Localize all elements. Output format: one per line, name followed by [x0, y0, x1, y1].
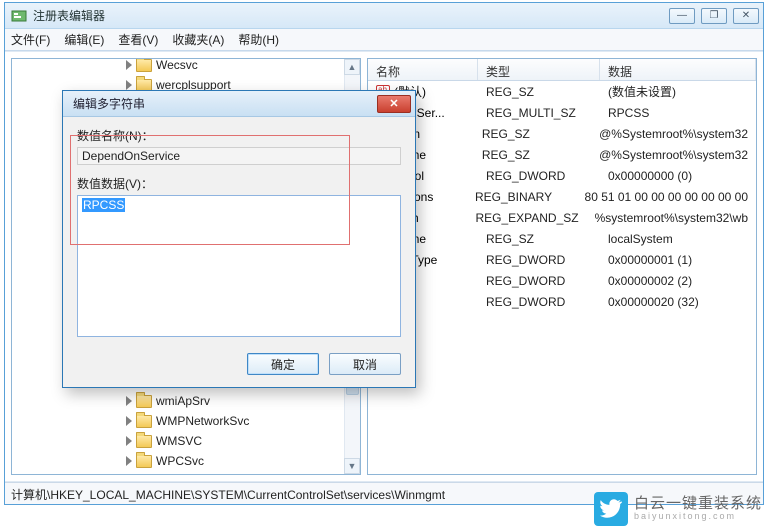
app-icon	[11, 8, 27, 24]
expand-icon[interactable]	[124, 60, 134, 70]
edit-multistring-dialog: 编辑多字符串 ✕ 数值名称(N)： DependOnService 数值数据(V…	[62, 90, 416, 388]
ok-button[interactable]: 确定	[247, 353, 319, 375]
tree-label: wmiApSrv	[156, 394, 210, 408]
value-data: 0x00000020 (32)	[600, 295, 756, 309]
value-data: @%Systemroot%\system32	[591, 148, 756, 162]
maximize-button[interactable]: ❐	[701, 8, 727, 24]
tree-item[interactable]: WMSVC	[12, 431, 360, 451]
dialog-title: 编辑多字符串	[73, 95, 377, 112]
value-data-textarea[interactable]: RPCSS	[77, 195, 401, 337]
value-type: REG_SZ	[478, 85, 600, 99]
value-data: RPCSS	[600, 106, 756, 120]
value-data: 80 51 01 00 00 00 00 00 00 00	[577, 190, 756, 204]
column-type[interactable]: 类型	[478, 59, 600, 80]
value-data: 0x00000001 (1)	[600, 253, 756, 267]
menu-help[interactable]: 帮助(H)	[238, 31, 279, 48]
value-row[interactable]: REG_DWORD0x00000020 (32)	[368, 291, 756, 312]
value-row[interactable]: REG_DWORD0x00000002 (2)	[368, 270, 756, 291]
expand-icon[interactable]	[124, 396, 134, 406]
tree-item[interactable]: WPCSvc	[12, 451, 360, 471]
cancel-button[interactable]: 取消	[329, 353, 401, 375]
tree-scroll-down[interactable]: ▼	[344, 458, 360, 474]
value-type: REG_SZ	[474, 127, 591, 141]
tree-scroll-up[interactable]: ▲	[344, 59, 360, 75]
column-data[interactable]: 数据	[600, 59, 756, 80]
tree-item[interactable]: WMPNetworkSvc	[12, 411, 360, 431]
dialog-titlebar[interactable]: 编辑多字符串 ✕	[63, 91, 415, 117]
titlebar[interactable]: 注册表编辑器 — ❐ ✕	[5, 3, 763, 29]
expand-icon[interactable]	[124, 436, 134, 446]
value-data-label: 数值数据(V)：	[77, 175, 401, 192]
value-row[interactable]: ptionREG_SZ@%Systemroot%\system32	[368, 123, 756, 144]
value-type: REG_SZ	[474, 148, 591, 162]
list-header: 名称 类型 数据	[368, 59, 756, 81]
tree-label: Wecsvc	[156, 58, 198, 72]
value-type: REG_MULTI_SZ	[478, 106, 600, 120]
watermark-text: 白云一键重装系统	[634, 496, 762, 513]
tree-label: WMPNetworkSvc	[156, 414, 249, 428]
value-type: REG_DWORD	[478, 295, 600, 309]
value-type: REG_DWORD	[478, 274, 600, 288]
value-data-text: RPCSS	[82, 198, 125, 212]
value-type: REG_DWORD	[478, 169, 600, 183]
value-type: REG_EXPAND_SZ	[467, 211, 586, 225]
expand-icon[interactable]	[124, 456, 134, 466]
value-row[interactable]: NameREG_SZ@%Systemroot%\system32	[368, 144, 756, 165]
value-row[interactable]: (默认)REG_SZ(数值未设置)	[368, 81, 756, 102]
value-data: 0x00000000 (0)	[600, 169, 756, 183]
folder-icon	[136, 395, 152, 408]
dialog-close-button[interactable]: ✕	[377, 95, 411, 113]
tree-label: WPCSvc	[156, 454, 204, 468]
expand-icon[interactable]	[124, 416, 134, 426]
value-row[interactable]: NameREG_SZlocalSystem	[368, 228, 756, 249]
value-row[interactable]: ontrolREG_DWORD0x00000000 (0)	[368, 165, 756, 186]
menubar: 文件(F) 编辑(E) 查看(V) 收藏夹(A) 帮助(H)	[5, 29, 763, 51]
value-data: localSystem	[600, 232, 756, 246]
menu-view[interactable]: 查看(V)	[118, 31, 158, 48]
tree-item[interactable]: wmiApSrv	[12, 391, 360, 411]
column-name[interactable]: 名称	[368, 59, 478, 80]
value-name-label: 数值名称(N)：	[77, 127, 401, 144]
value-row[interactable]: dOnSer...REG_MULTI_SZRPCSS	[368, 102, 756, 123]
value-data: 0x00000002 (2)	[600, 274, 756, 288]
expand-icon[interactable]	[124, 80, 134, 90]
menu-file[interactable]: 文件(F)	[11, 31, 50, 48]
folder-icon	[136, 415, 152, 428]
watermark-url: baiyunxitong.com	[634, 512, 762, 522]
menu-favorites[interactable]: 收藏夹(A)	[172, 31, 224, 48]
folder-icon	[136, 59, 152, 72]
value-type: REG_DWORD	[478, 253, 600, 267]
folder-icon	[136, 455, 152, 468]
list-body: (默认)REG_SZ(数值未设置)dOnSer...REG_MULTI_SZRP…	[368, 81, 756, 474]
value-row[interactable]: SidTypeREG_DWORD0x00000001 (1)	[368, 249, 756, 270]
value-data: %systemroot%\system32\wb	[587, 211, 756, 225]
tree-label: WMSVC	[156, 434, 202, 448]
minimize-button[interactable]: —	[669, 8, 695, 24]
list-pane: 名称 类型 数据 (默认)REG_SZ(数值未设置)dOnSer...REG_M…	[367, 58, 757, 475]
value-data: (数值未设置)	[600, 83, 756, 100]
value-type: REG_BINARY	[467, 190, 577, 204]
close-button[interactable]: ✕	[733, 8, 759, 24]
window-title: 注册表编辑器	[33, 7, 669, 24]
watermark-bird-icon	[594, 492, 628, 526]
value-type: REG_SZ	[478, 232, 600, 246]
folder-icon	[136, 435, 152, 448]
tree-item[interactable]: Wecsvc	[12, 58, 360, 75]
menu-edit[interactable]: 编辑(E)	[64, 31, 104, 48]
value-name-field: DependOnService	[77, 147, 401, 165]
value-row[interactable]: ActionsREG_BINARY80 51 01 00 00 00 00 00…	[368, 186, 756, 207]
value-row[interactable]: PathREG_EXPAND_SZ%systemroot%\system32\w…	[368, 207, 756, 228]
value-data: @%Systemroot%\system32	[591, 127, 756, 141]
watermark: 白云一键重装系统 baiyunxitong.com	[594, 492, 762, 526]
